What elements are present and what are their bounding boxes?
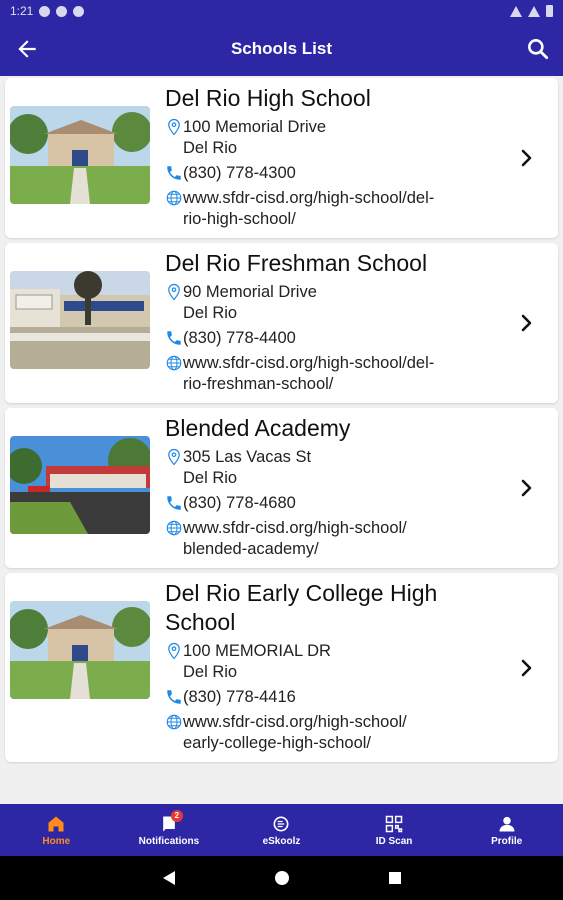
school-photo [10, 601, 150, 699]
nav-id-scan[interactable]: ID Scan [338, 804, 451, 856]
website-line2[interactable]: rio-freshman-school/ [183, 374, 434, 395]
phone-icon [167, 690, 181, 704]
school-phone[interactable]: (830) 778-4416 [183, 687, 296, 708]
nav-home[interactable]: Home [0, 804, 113, 856]
school-name: Del Rio High School [165, 85, 371, 111]
website-line1[interactable]: www.sfdr-cisd.org/high-school/del- [183, 354, 434, 372]
website-line1[interactable]: www.sfdr-cisd.org/high-school/del- [183, 189, 434, 207]
website-line1[interactable]: www.sfdr-cisd.org/high-school/ [183, 713, 407, 731]
qr-scan-icon [385, 815, 403, 832]
phone-icon [167, 166, 181, 180]
nav-notifications[interactable]: 2 Notifications [113, 804, 226, 856]
app-status-icon [73, 5, 85, 17]
website-line2[interactable]: rio-high-school/ [183, 209, 434, 230]
address-line2: Del Rio [183, 139, 238, 157]
school-card[interactable]: Del Rio High School 100 Memorial Drive De… [5, 78, 558, 238]
system-navigation-bar [0, 856, 563, 900]
website-line1[interactable]: www.sfdr-cisd.org/high-school/ [183, 519, 407, 537]
bottom-navigation: Home 2 Notifications eSkoolz ID Scan Pro… [0, 804, 563, 856]
school-phone[interactable]: (830) 778-4400 [183, 328, 296, 349]
school-phone[interactable]: (830) 778-4300 [183, 163, 296, 184]
location-pin-icon [168, 283, 180, 301]
website-line2[interactable]: blended-academy/ [183, 539, 407, 560]
system-back-icon[interactable] [160, 869, 178, 887]
home-icon [48, 816, 64, 831]
status-bar: 1:21 [0, 0, 563, 22]
location-pin-icon [168, 118, 180, 136]
app-status-icon [56, 5, 68, 17]
phone-icon [167, 331, 181, 345]
nav-eskoolz[interactable]: eSkoolz [225, 804, 338, 856]
location-pin-icon [168, 448, 180, 466]
website-line2[interactable]: early-college-high-school/ [183, 733, 407, 754]
address-line1: 100 MEMORIAL DR [183, 642, 331, 660]
school-photo [10, 271, 150, 369]
wifi-icon [510, 5, 522, 17]
school-card[interactable]: Blended Academy 305 Las Vacas St Del Rio … [5, 408, 558, 568]
search-icon[interactable] [525, 36, 551, 62]
school-photo [10, 106, 150, 204]
chevron-right-icon[interactable] [514, 146, 538, 170]
school-card[interactable]: Del Rio Freshman School 90 Memorial Driv… [5, 243, 558, 403]
signal-icon [528, 5, 540, 17]
chevron-right-icon[interactable] [514, 656, 538, 680]
eskoolz-icon [273, 816, 289, 831]
nav-label: Profile [491, 835, 523, 847]
nav-profile[interactable]: Profile [450, 804, 563, 856]
profile-icon [499, 816, 515, 831]
address-line2: Del Rio [183, 304, 238, 322]
nav-label: eSkoolz [262, 835, 301, 847]
address-line2: Del Rio [183, 469, 238, 487]
school-photo [10, 436, 150, 534]
schools-list[interactable]: Del Rio High School 100 Memorial Drive De… [0, 76, 563, 804]
school-name: Blended Academy [165, 415, 351, 441]
nav-label: ID Scan [375, 835, 413, 847]
school-name: Del Rio Freshman School [165, 250, 428, 276]
chevron-right-icon[interactable] [514, 476, 538, 500]
school-phone[interactable]: (830) 778-4680 [183, 493, 296, 514]
nav-label: Home [42, 835, 71, 847]
system-recents-icon[interactable] [386, 869, 404, 887]
nav-label: Notifications [138, 835, 200, 847]
school-card[interactable]: Del Rio Early College High School 100 ME… [5, 573, 558, 762]
app-status-icon [39, 5, 51, 17]
location-pin-icon [168, 642, 180, 660]
status-time: 1:21 [10, 4, 34, 18]
back-arrow-icon[interactable] [14, 36, 40, 62]
system-home-icon[interactable] [273, 869, 291, 887]
globe-icon [166, 520, 182, 536]
notification-badge: 2 [170, 810, 183, 822]
phone-icon [167, 496, 181, 510]
school-name: Del Rio Early College High School [165, 580, 438, 635]
address-line1: 90 Memorial Drive [183, 283, 317, 301]
address-line2: Del Rio [183, 663, 238, 681]
battery-icon [546, 5, 553, 17]
chevron-right-icon[interactable] [514, 311, 538, 335]
page-title: Schools List [230, 39, 333, 58]
globe-icon [166, 355, 182, 371]
app-bar: Schools List [0, 22, 563, 76]
address-line1: 305 Las Vacas St [183, 448, 312, 466]
globe-icon [166, 714, 182, 730]
globe-icon [166, 190, 182, 206]
address-line1: 100 Memorial Drive [183, 118, 327, 136]
